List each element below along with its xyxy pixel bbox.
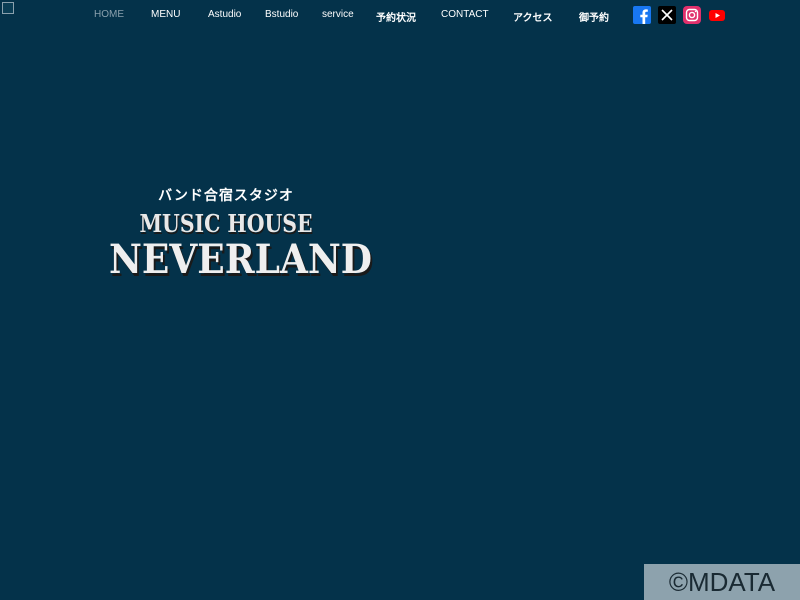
hero-subtitle: バンド合宿スタジオ <box>158 188 294 204</box>
watermark: ©MDATA <box>644 564 800 600</box>
top-navigation: HOME MENU Astudio Bstudio service 予約状況 C… <box>0 0 800 30</box>
nav-item-menu[interactable]: MENU <box>151 9 180 20</box>
nav-item-home[interactable]: HOME <box>94 9 124 20</box>
nav-item-reservation-status[interactable]: 予約状況 <box>376 9 416 24</box>
nav-item-service[interactable]: service <box>322 9 354 20</box>
instagram-icon[interactable] <box>683 6 701 24</box>
nav-item-access[interactable]: アクセス <box>513 9 553 24</box>
nav-item-contact[interactable]: CONTACT <box>441 9 489 20</box>
nav-item-astudio[interactable]: Astudio <box>208 9 241 20</box>
nav-item-booking[interactable]: 御予約 <box>579 9 609 24</box>
nav-item-bstudio[interactable]: Bstudio <box>265 9 298 20</box>
hero-title-line1: MUSIC HOUSE <box>139 209 313 238</box>
hero-title-line2: NEVERLAND <box>109 236 373 283</box>
youtube-icon[interactable] <box>708 6 726 24</box>
x-icon[interactable] <box>658 6 676 24</box>
facebook-icon[interactable] <box>633 6 651 24</box>
hero-logo: バンド合宿スタジオ MUSIC HOUSE NEVERLAND <box>96 185 373 283</box>
